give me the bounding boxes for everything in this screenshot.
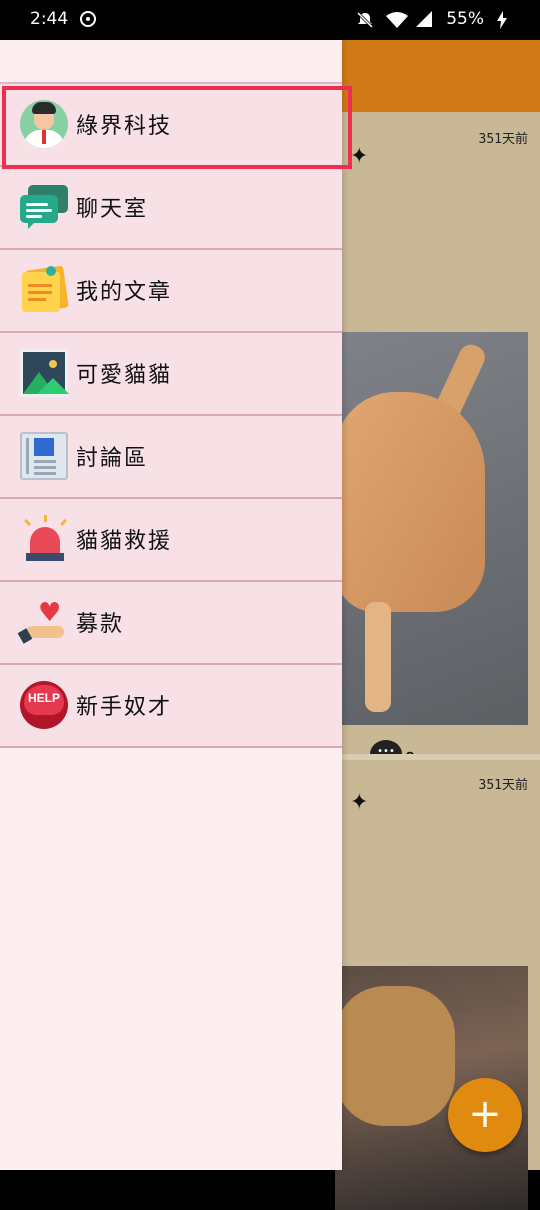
cat-body	[335, 392, 485, 612]
help-icon: HELP	[20, 681, 68, 729]
sparkle-icon: ✦	[350, 790, 369, 815]
drawer-item-newbie[interactable]: HELP 新手奴才	[0, 665, 342, 748]
drawer-item-chatroom[interactable]: 聊天室	[0, 167, 342, 250]
drawer-item-my-articles[interactable]: 我的文章	[0, 250, 342, 333]
donate-heart-icon: ♥	[17, 598, 68, 646]
forum-icon	[20, 432, 68, 480]
drawer-item-cute-cats[interactable]: 可愛貓貓	[0, 333, 342, 416]
cell-signal-icon	[416, 11, 434, 27]
drawer-item-label: 募款	[76, 612, 125, 637]
drawer-menu: 綠界科技 聊天室 我的文章 可愛貓貓 討論區 貓貓救援 ♥ 募款 HELP 新手…	[0, 84, 342, 748]
status-bar: 2:44 55%	[0, 0, 540, 40]
post-time: 351天前	[478, 778, 528, 793]
drawer-item-label: 聊天室	[76, 197, 149, 222]
drawer-item-label: 我的文章	[76, 280, 173, 305]
add-post-button[interactable]: +	[448, 1078, 522, 1152]
status-indicators: 55%	[356, 9, 514, 29]
chrome-notification-icon	[80, 11, 96, 27]
image-gallery-icon	[20, 349, 69, 397]
navigation-drawer: 綠界科技 聊天室 我的文章 可愛貓貓 討論區 貓貓救援 ♥ 募款 HELP 新手…	[0, 40, 342, 1170]
dog-shape	[335, 986, 455, 1126]
sticky-note-icon	[20, 265, 69, 314]
drawer-item-label: 新手奴才	[76, 695, 173, 720]
post-photo[interactable]	[335, 332, 528, 725]
drawer-item-label: 貓貓救援	[76, 529, 173, 554]
siren-icon	[20, 515, 68, 563]
post-time: 351天前	[478, 132, 528, 147]
drawer-item-cat-rescue[interactable]: 貓貓救援	[0, 499, 342, 582]
chat-icon	[20, 183, 68, 231]
mute-notifications-icon	[356, 11, 374, 29]
selection-highlight	[2, 86, 352, 169]
battery-percent: 55%	[446, 9, 484, 29]
charging-bolt-icon	[496, 11, 514, 29]
drawer-item-donate[interactable]: ♥ 募款	[0, 582, 342, 665]
wifi-icon	[386, 11, 409, 28]
cat-leg	[365, 602, 391, 712]
drawer-item-label: 討論區	[76, 446, 149, 471]
drawer-item-forum[interactable]: 討論區	[0, 416, 342, 499]
drawer-item-label: 可愛貓貓	[76, 363, 173, 388]
status-time: 2:44	[30, 9, 69, 29]
sparkle-icon: ✦	[350, 144, 369, 169]
